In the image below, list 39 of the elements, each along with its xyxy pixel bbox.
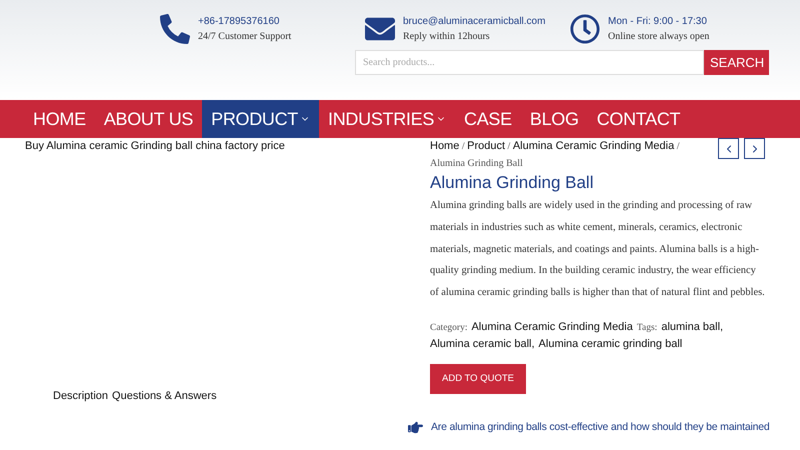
search-field[interactable]: Search products... xyxy=(355,50,704,75)
add-to-quote-button[interactable]: ADD TO QUOTE xyxy=(430,364,526,394)
breadcrumb-link[interactable]: Home xyxy=(430,140,460,152)
product-title: Alumina Grinding Ball xyxy=(430,173,594,193)
nav-item[interactable]: ABOUT US xyxy=(94,100,202,138)
category-link[interactable]: Alumina Ceramic Grinding Media xyxy=(471,318,633,335)
tab[interactable]: Questions & Answers xyxy=(112,390,217,402)
contact-subtitle: Online store always open xyxy=(608,31,710,42)
image-caption: Buy Alumina ceramic Grinding ball china factory price xyxy=(25,140,286,152)
nav-item[interactable]: CONTACT xyxy=(588,100,690,138)
category-label: Category: xyxy=(430,322,468,335)
nav-item[interactable]: CASE xyxy=(455,100,521,138)
search-button[interactable]: SEARCH xyxy=(704,50,769,75)
tag-link[interactable]: Alumina ceramic grinding ball xyxy=(538,336,682,352)
breadcrumb-link[interactable]: Product xyxy=(467,140,506,152)
contact-subtitle: Reply within 12hours xyxy=(403,31,491,42)
clock-icon xyxy=(570,14,600,44)
faq-link[interactable]: Are alumina grinding balls cost-effective and how should they be maintained xyxy=(431,421,770,434)
breadcrumb-link[interactable]: Alumina Ceramic Grinding Media xyxy=(512,140,674,152)
next-button[interactable] xyxy=(744,138,765,159)
tag-link[interactable]: alumina ball, xyxy=(661,318,724,335)
breadcrumb-separator: / xyxy=(462,141,465,152)
contact-title: bruce@aluminaceramicball.com xyxy=(403,16,546,27)
pointing-hand-icon xyxy=(408,420,423,435)
tags-label: Tags: xyxy=(636,322,658,335)
tab[interactable]: Description xyxy=(53,390,108,402)
breadcrumb-separator: / xyxy=(676,141,680,152)
nav-item[interactable]: BLOG xyxy=(520,100,588,138)
nav-item[interactable]: HOME xyxy=(24,100,95,138)
previous-button[interactable] xyxy=(718,138,739,159)
nav-item[interactable]: INDUSTRIES xyxy=(319,100,456,138)
contact-title: Mon - Fri: 9:00 - 17:30 xyxy=(608,16,708,27)
contact-title: +86-17895376160 xyxy=(198,16,280,27)
product-description: Alumina grinding balls are widely used in the grinding and processing of raw materials in industries such as white cement, minerals, ceramics, electronic materials, magnetic materials, and coatings and paints. Alumina balls is a high-quality grinding medium. In the building ceramic industry, the wear efficiency of alumina ceramic grinding balls is higher than that of natural flint and pebbles. xyxy=(430,199,765,300)
tag-link[interactable]: Alumina ceramic ball, xyxy=(430,336,535,352)
contact-subtitle: 24/7 Customer Support xyxy=(198,31,292,42)
phone-icon xyxy=(160,14,190,44)
nav-item[interactable]: PRODUCT xyxy=(202,100,320,138)
breadcrumb-separator: / xyxy=(508,141,510,152)
